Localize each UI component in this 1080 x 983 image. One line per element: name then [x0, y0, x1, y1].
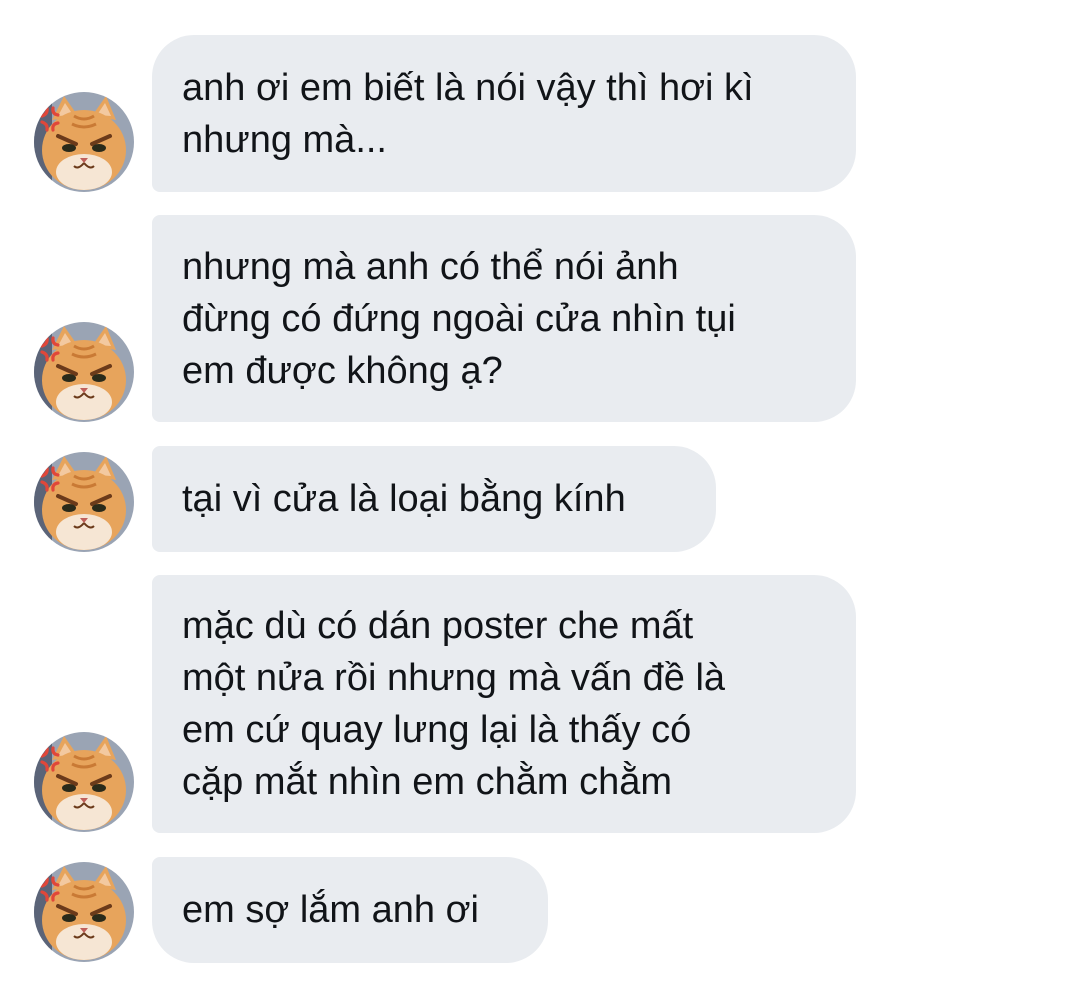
message-text: mặc dù có dán poster che mất một nửa rồi… [182, 605, 726, 803]
angry-cat-avatar-icon[interactable] [34, 862, 134, 962]
angry-cat-avatar-icon[interactable] [34, 92, 134, 192]
message-bubble[interactable]: nhưng mà anh có thể nói ảnh đừng có đứng… [152, 215, 856, 422]
angry-cat-avatar-icon[interactable] [34, 732, 134, 832]
chat-thread: anh ơi em biết là nói vậy thì hơi kì như… [0, 0, 1080, 983]
message-bubble[interactable]: anh ơi em biết là nói vậy thì hơi kì như… [152, 35, 856, 192]
message-bubble[interactable]: em sợ lắm anh ơi [152, 857, 548, 963]
message-text: nhưng mà anh có thể nói ảnh đừng có đứng… [182, 245, 736, 392]
angry-cat-avatar-icon[interactable] [34, 452, 134, 552]
angry-cat-avatar-icon[interactable] [34, 322, 134, 422]
message-bubble[interactable]: mặc dù có dán poster che mất một nửa rồi… [152, 575, 856, 833]
message-text: anh ơi em biết là nói vậy thì hơi kì như… [182, 66, 754, 161]
message-text: em sợ lắm anh ơi [182, 889, 479, 931]
message-bubble[interactable]: tại vì cửa là loại bằng kính [152, 446, 716, 552]
message-text: tại vì cửa là loại bằng kính [182, 478, 626, 520]
